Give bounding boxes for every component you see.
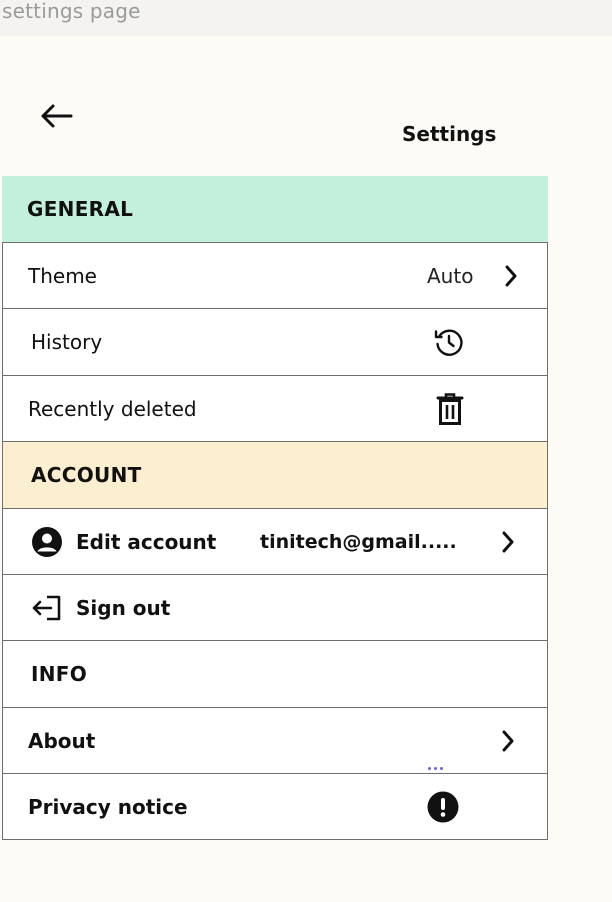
section-header-account: ACCOUNT: [2, 442, 548, 509]
page-title: Settings: [402, 122, 497, 146]
settings-item-privacy-notice[interactable]: Privacy notice: [2, 774, 548, 840]
window-caption: settings page: [2, 0, 141, 23]
theme-value: Auto: [427, 263, 474, 288]
settings-list: GENERAL Theme Auto History Recently dele…: [2, 176, 548, 840]
about-label: About: [28, 728, 96, 753]
recently-deleted-label: Recently deleted: [28, 396, 197, 421]
settings-item-history[interactable]: History: [2, 309, 548, 376]
history-label: History: [31, 330, 103, 354]
back-button[interactable]: [34, 98, 78, 134]
settings-item-edit-account[interactable]: Edit account tinitech@gmail.....: [2, 509, 548, 575]
settings-item-sign-out[interactable]: Sign out: [2, 575, 548, 641]
privacy-notice-label: Privacy notice: [28, 794, 188, 819]
section-title-info: INFO: [31, 662, 88, 686]
history-icon: [431, 324, 467, 360]
edit-account-label: Edit account: [76, 529, 217, 554]
section-header-general: GENERAL: [2, 176, 548, 243]
settings-item-recently-deleted[interactable]: Recently deleted: [2, 376, 548, 442]
chevron-right-icon: [501, 262, 521, 290]
arrow-left-icon: [41, 104, 73, 128]
settings-screen: Settings GENERAL Theme Auto History Rece…: [0, 36, 612, 902]
sign-out-label: Sign out: [76, 595, 171, 620]
window-titlebar: settings page: [0, 0, 612, 36]
user-circle-icon: [30, 525, 64, 559]
section-title-general: GENERAL: [27, 197, 134, 221]
theme-label: Theme: [28, 263, 97, 288]
settings-item-theme[interactable]: Theme Auto: [2, 243, 548, 309]
chevron-right-icon: [498, 528, 518, 556]
more-dots-icon: [428, 767, 446, 771]
chevron-right-icon: [498, 727, 518, 755]
alert-circle-icon: [426, 790, 460, 824]
section-title-account: ACCOUNT: [31, 463, 142, 487]
trash-icon: [433, 391, 467, 427]
settings-item-about[interactable]: About: [2, 708, 548, 774]
account-email-value: tinitech@gmail.....: [260, 530, 457, 553]
sign-out-icon: [30, 593, 64, 623]
section-header-info: INFO: [2, 641, 548, 708]
